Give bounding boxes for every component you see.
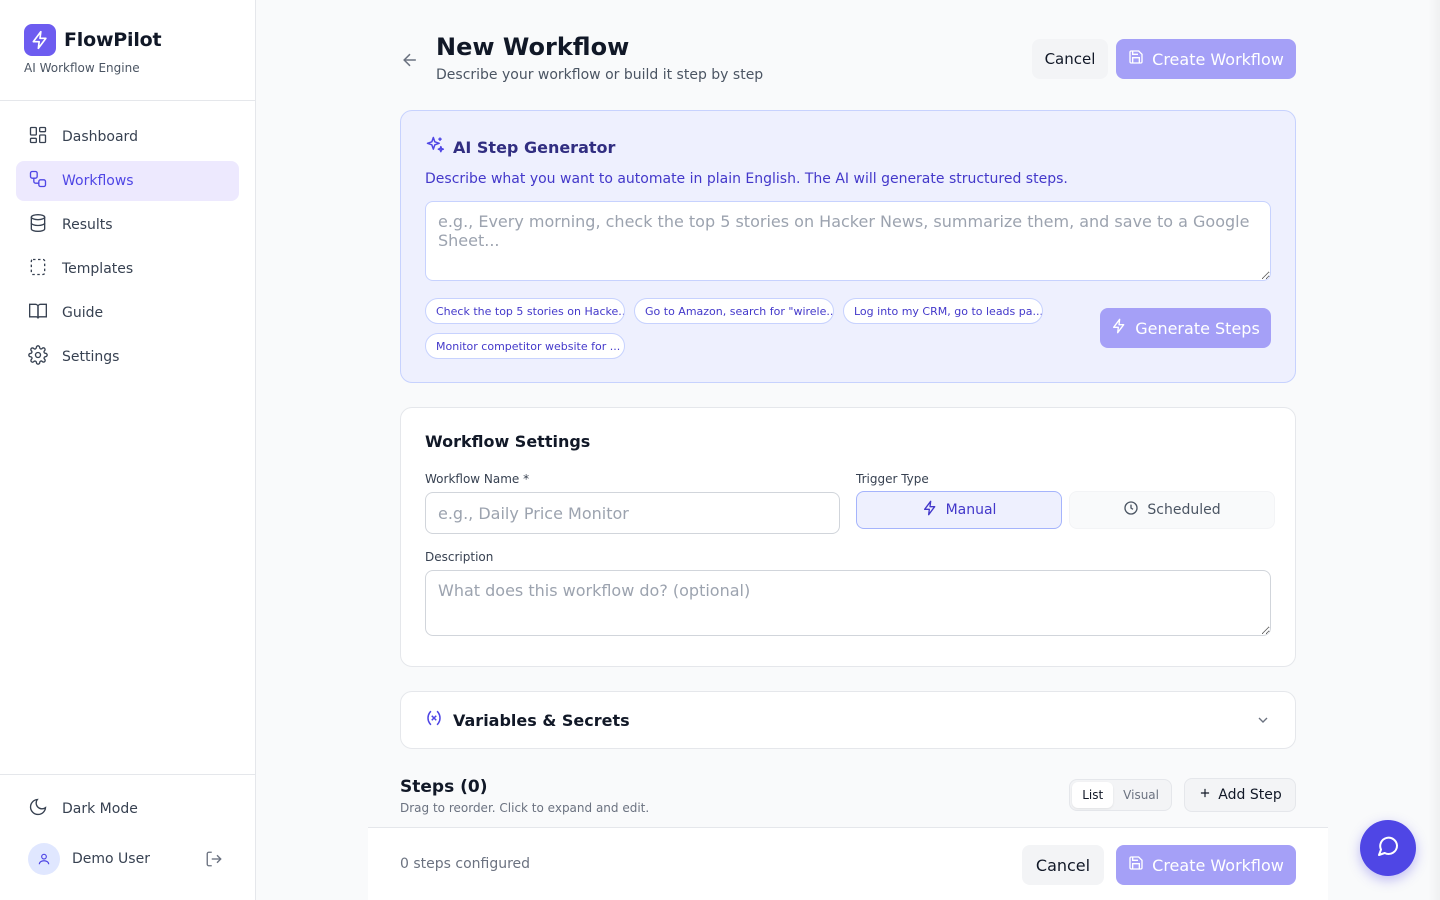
view-visual-option[interactable]: Visual bbox=[1113, 782, 1169, 808]
dark-mode-label: Dark Mode bbox=[62, 801, 138, 817]
ai-step-generator: AI Step Generator Describe what you want… bbox=[400, 110, 1296, 383]
suggestion-chip[interactable]: Monitor competitor website for ... bbox=[425, 333, 625, 359]
save-icon bbox=[1128, 49, 1144, 69]
sidebar-item-dashboard[interactable]: Dashboard bbox=[16, 117, 239, 157]
sidebar-item-label: Settings bbox=[62, 349, 120, 365]
ai-prompt-input[interactable] bbox=[425, 201, 1271, 281]
dashboard-icon bbox=[28, 125, 48, 149]
sidebar-item-guide[interactable]: Guide bbox=[16, 293, 239, 333]
sidebar: FlowPilot AI Workflow Engine Dashboard W… bbox=[0, 0, 256, 900]
variables-secrets-panel[interactable]: Variables & Secrets bbox=[400, 691, 1296, 749]
add-step-button[interactable]: Add Step bbox=[1184, 778, 1296, 812]
footer-bar: 0 steps configured Cancel Create Workflo… bbox=[368, 827, 1328, 900]
ai-generator-heading: AI Step Generator bbox=[425, 135, 1271, 159]
sidebar-item-settings[interactable]: Settings bbox=[16, 337, 239, 377]
description-input[interactable] bbox=[425, 570, 1271, 636]
sidebar-item-label: Guide bbox=[62, 305, 104, 321]
suggestion-chip[interactable]: Check the top 5 stories on Hacke... bbox=[425, 298, 625, 324]
chevron-down-icon[interactable] bbox=[1255, 712, 1271, 728]
sidebar-item-templates[interactable]: Templates bbox=[16, 249, 239, 289]
create-workflow-button[interactable]: Create Workflow bbox=[1116, 39, 1296, 79]
workflow-icon bbox=[28, 169, 48, 193]
sidebar-item-label: Templates bbox=[62, 261, 134, 277]
view-list-option[interactable]: List bbox=[1072, 782, 1114, 808]
main-content: New Workflow Describe your workflow or b… bbox=[400, 0, 1296, 815]
ai-generator-description: Describe what you want to automate in pl… bbox=[425, 171, 1068, 187]
chat-button[interactable] bbox=[1360, 820, 1416, 876]
variable-icon bbox=[425, 709, 443, 731]
avatar[interactable] bbox=[28, 843, 60, 875]
page-title: New Workflow bbox=[436, 33, 630, 61]
database-icon bbox=[28, 213, 48, 237]
suggestion-chip[interactable]: Log into my CRM, go to leads pa... bbox=[843, 298, 1043, 324]
edge-shadow bbox=[1428, 0, 1440, 900]
generate-steps-label: Generate Steps bbox=[1135, 318, 1260, 338]
page-header: New Workflow Describe your workflow or b… bbox=[400, 0, 1296, 110]
trigger-manual-label: Manual bbox=[945, 502, 997, 518]
footer-create-label: Create Workflow bbox=[1152, 855, 1284, 875]
steps-header: Steps (0) Drag to reorder. Click to expa… bbox=[400, 777, 1296, 815]
variables-title: Variables & Secrets bbox=[453, 710, 630, 730]
book-icon bbox=[28, 301, 48, 325]
lightning-icon bbox=[922, 500, 938, 520]
footer-cancel-button[interactable]: Cancel bbox=[1022, 845, 1104, 885]
app-name: FlowPilot bbox=[64, 29, 162, 51]
moon-icon bbox=[28, 797, 48, 821]
user-profile: Demo User bbox=[16, 839, 239, 879]
sidebar-item-label: Dashboard bbox=[62, 129, 138, 145]
template-icon bbox=[28, 257, 48, 281]
create-workflow-label: Create Workflow bbox=[1152, 49, 1284, 69]
lightning-logo-icon bbox=[24, 24, 56, 56]
clock-icon bbox=[1123, 500, 1139, 520]
sidebar-item-results[interactable]: Results bbox=[16, 205, 239, 245]
user-name: Demo User bbox=[72, 851, 150, 867]
description-label: Description bbox=[425, 550, 494, 564]
workflow-settings: Workflow Settings Workflow Name * Trigge… bbox=[400, 407, 1296, 667]
sparkles-icon bbox=[425, 135, 445, 159]
steps-count: 0 steps configured bbox=[400, 856, 531, 872]
trigger-manual-option[interactable]: Manual bbox=[856, 491, 1062, 529]
suggestion-chips: Check the top 5 stories on Hacke... Go t… bbox=[425, 298, 1045, 359]
page-subtitle: Describe your workflow or build it step … bbox=[436, 67, 764, 83]
generate-steps-button[interactable]: Generate Steps bbox=[1100, 308, 1271, 348]
save-icon bbox=[1128, 855, 1144, 875]
arrow-left-icon[interactable] bbox=[400, 50, 420, 70]
view-toggle: List Visual bbox=[1069, 779, 1172, 811]
sidebar-item-label: Results bbox=[62, 217, 113, 233]
lightning-icon bbox=[1111, 318, 1127, 338]
add-step-label: Add Step bbox=[1218, 787, 1282, 803]
ai-generator-title: AI Step Generator bbox=[453, 137, 616, 157]
gear-icon bbox=[28, 345, 48, 369]
trigger-scheduled-option[interactable]: Scheduled bbox=[1069, 491, 1275, 529]
footer-create-workflow-button[interactable]: Create Workflow bbox=[1116, 845, 1296, 885]
sidebar-item-workflows[interactable]: Workflows bbox=[16, 161, 239, 201]
settings-title: Workflow Settings bbox=[425, 432, 591, 451]
trigger-type-label: Trigger Type bbox=[856, 472, 929, 486]
sidebar-item-label: Workflows bbox=[62, 173, 134, 189]
app-tagline: AI Workflow Engine bbox=[24, 61, 140, 75]
chat-bubble-icon bbox=[1376, 834, 1400, 862]
dark-mode-toggle[interactable]: Dark Mode bbox=[16, 789, 239, 829]
workflow-name-input[interactable] bbox=[425, 492, 840, 534]
suggestion-chip[interactable]: Go to Amazon, search for "wirele... bbox=[634, 298, 834, 324]
cancel-button[interactable]: Cancel bbox=[1032, 39, 1108, 79]
logout-icon[interactable] bbox=[205, 850, 223, 868]
sidebar-footer: Dark Mode Demo User bbox=[0, 774, 255, 900]
plus-icon bbox=[1198, 786, 1212, 804]
workflow-name-label: Workflow Name * bbox=[425, 472, 530, 486]
trigger-scheduled-label: Scheduled bbox=[1147, 502, 1221, 518]
brand: FlowPilot AI Workflow Engine bbox=[0, 0, 255, 101]
sidebar-nav: Dashboard Workflows Results Templates Gu… bbox=[0, 101, 255, 377]
